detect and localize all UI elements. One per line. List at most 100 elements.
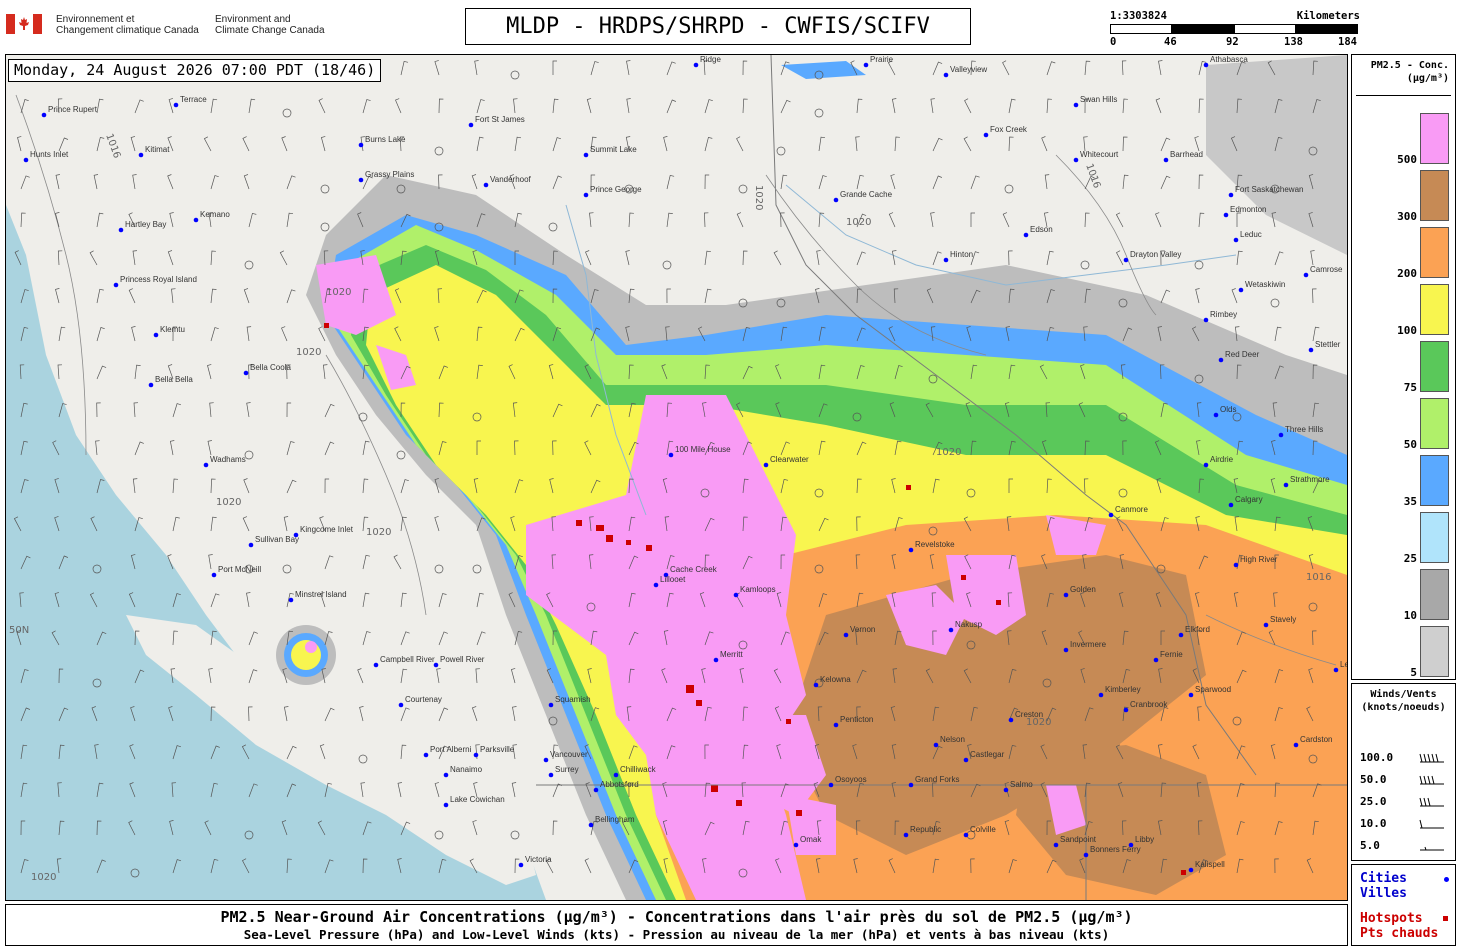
city-marker (908, 547, 914, 553)
wind-barb-icon (1419, 775, 1444, 785)
plume-island-pink (305, 641, 317, 653)
city-label: Port Alberni (430, 745, 472, 754)
isobar-label: 1016 (1306, 572, 1331, 583)
map-canvas[interactable]: 1016 1020 1020 1020 1020 1020 1020 1020 … (6, 55, 1347, 900)
city-marker (248, 542, 254, 548)
city-label: Nanaimo (450, 765, 483, 774)
map-view[interactable]: 1016 1020 1020 1020 1020 1020 1020 1020 … (5, 54, 1348, 901)
city-label: Grassy Plains (365, 170, 414, 179)
legend-swatch (1420, 284, 1449, 335)
city-label: Barrhead (1170, 150, 1203, 159)
legend-bin-label: 5 (1410, 666, 1417, 679)
canada-flag-icon (6, 14, 42, 34)
legend-bin-label: 35 (1403, 495, 1417, 508)
city-label: Terrace (180, 95, 207, 104)
city-marker (1283, 482, 1289, 488)
city-marker (1053, 842, 1059, 848)
isobar-label: 1020 (31, 872, 56, 883)
hotspot-marker (996, 600, 1001, 605)
city-marker (1203, 462, 1209, 468)
city-marker (1203, 62, 1209, 68)
isobar-label: 1020 (366, 527, 391, 538)
city-label: Osoyoos (835, 775, 867, 784)
city-marker (1293, 742, 1299, 748)
city-marker (358, 177, 364, 183)
city-marker (473, 752, 479, 758)
city-marker (833, 197, 839, 203)
city-marker (23, 157, 29, 163)
city-marker (1073, 157, 1079, 163)
city-label: Kimberley (1105, 685, 1141, 694)
city-marker (653, 582, 659, 588)
city-marker (433, 662, 439, 668)
legend-swatch (1420, 113, 1449, 164)
city-label: Kelowna (820, 675, 851, 684)
eccc-logo: Environnement et Changement climatique C… (6, 8, 346, 44)
city-marker (963, 832, 969, 838)
legend-bin-label: 500 (1397, 153, 1417, 166)
city-label: Wadhams (210, 455, 246, 464)
city-marker (548, 772, 554, 778)
city-label: Revelstoke (915, 540, 955, 549)
wind-speed-label: 100.0 (1360, 751, 1394, 764)
city-label: Port McNeill (218, 565, 261, 574)
city-label: Minstrel Island (295, 590, 347, 599)
city-label: Hinton (950, 250, 973, 259)
wind-barb-icon (1419, 819, 1444, 829)
city-label: Vernon (850, 625, 875, 634)
city-marker (1108, 512, 1114, 518)
city-label: Grand Forks (915, 775, 959, 784)
wind-barb-icon (1420, 846, 1444, 851)
scale-tick: 138 (1284, 36, 1303, 48)
city-marker (118, 227, 124, 233)
city-marker (548, 702, 554, 708)
legend-bin-label: 10 (1403, 609, 1417, 622)
city-marker (1003, 787, 1009, 793)
city-marker (1008, 717, 1014, 723)
hotspot-marker (686, 685, 694, 693)
city-marker (943, 257, 949, 263)
scale-ratio: 1:3303824 (1110, 10, 1167, 22)
city-marker (443, 772, 449, 778)
city-label: Campbell River (380, 655, 435, 664)
city-label: Airdrie (1210, 455, 1234, 464)
city-label: Sullivan Bay (255, 535, 299, 544)
city-label: Bonners Ferry (1090, 845, 1141, 854)
city-marker (863, 62, 869, 68)
wind-legend: Winds/Vents (knots/noeuds) 100.0 50.0 25.0… (1351, 683, 1456, 861)
city-label: Nakusp (955, 620, 983, 629)
dept-name-fr: Environnement et Changement climatique C… (56, 14, 199, 36)
city-marker (358, 142, 364, 148)
city-marker (1213, 412, 1219, 418)
city-marker (1223, 212, 1229, 218)
scale-tick: 184 (1338, 36, 1357, 48)
city-marker (933, 742, 939, 748)
legend-swatch (1420, 170, 1449, 221)
city-label: Bella Bella (155, 375, 193, 384)
legend-bin-label: 25 (1403, 552, 1417, 565)
city-label: Calgary (1235, 495, 1263, 504)
city-marker (903, 832, 909, 838)
city-marker (1238, 287, 1244, 293)
city-label: Prairie (870, 55, 894, 64)
city-label: Edson (1030, 225, 1053, 234)
city-marker (373, 662, 379, 668)
city-marker (1228, 502, 1234, 508)
city-label: Sandpoint (1060, 835, 1097, 844)
caption-line-2: Sea-Level Pressure (hPa) and Low-Level W… (243, 927, 1110, 942)
city-marker (593, 787, 599, 793)
city-marker (483, 182, 489, 188)
city-marker (211, 572, 217, 578)
city-marker (1278, 432, 1284, 438)
city-label: Wetaskiwin (1245, 280, 1285, 289)
city-marker (1303, 272, 1309, 278)
city-marker (1233, 237, 1239, 243)
hotspot-marker (576, 520, 582, 526)
city-marker (1063, 647, 1069, 653)
city-marker (763, 462, 769, 468)
city-label: Republic (910, 825, 941, 834)
legend-bin-label: 100 (1397, 324, 1417, 337)
city-label: Parksville (480, 745, 515, 754)
city-label: Lake Cowichan (450, 795, 505, 804)
city-label: Olds (1220, 405, 1236, 414)
